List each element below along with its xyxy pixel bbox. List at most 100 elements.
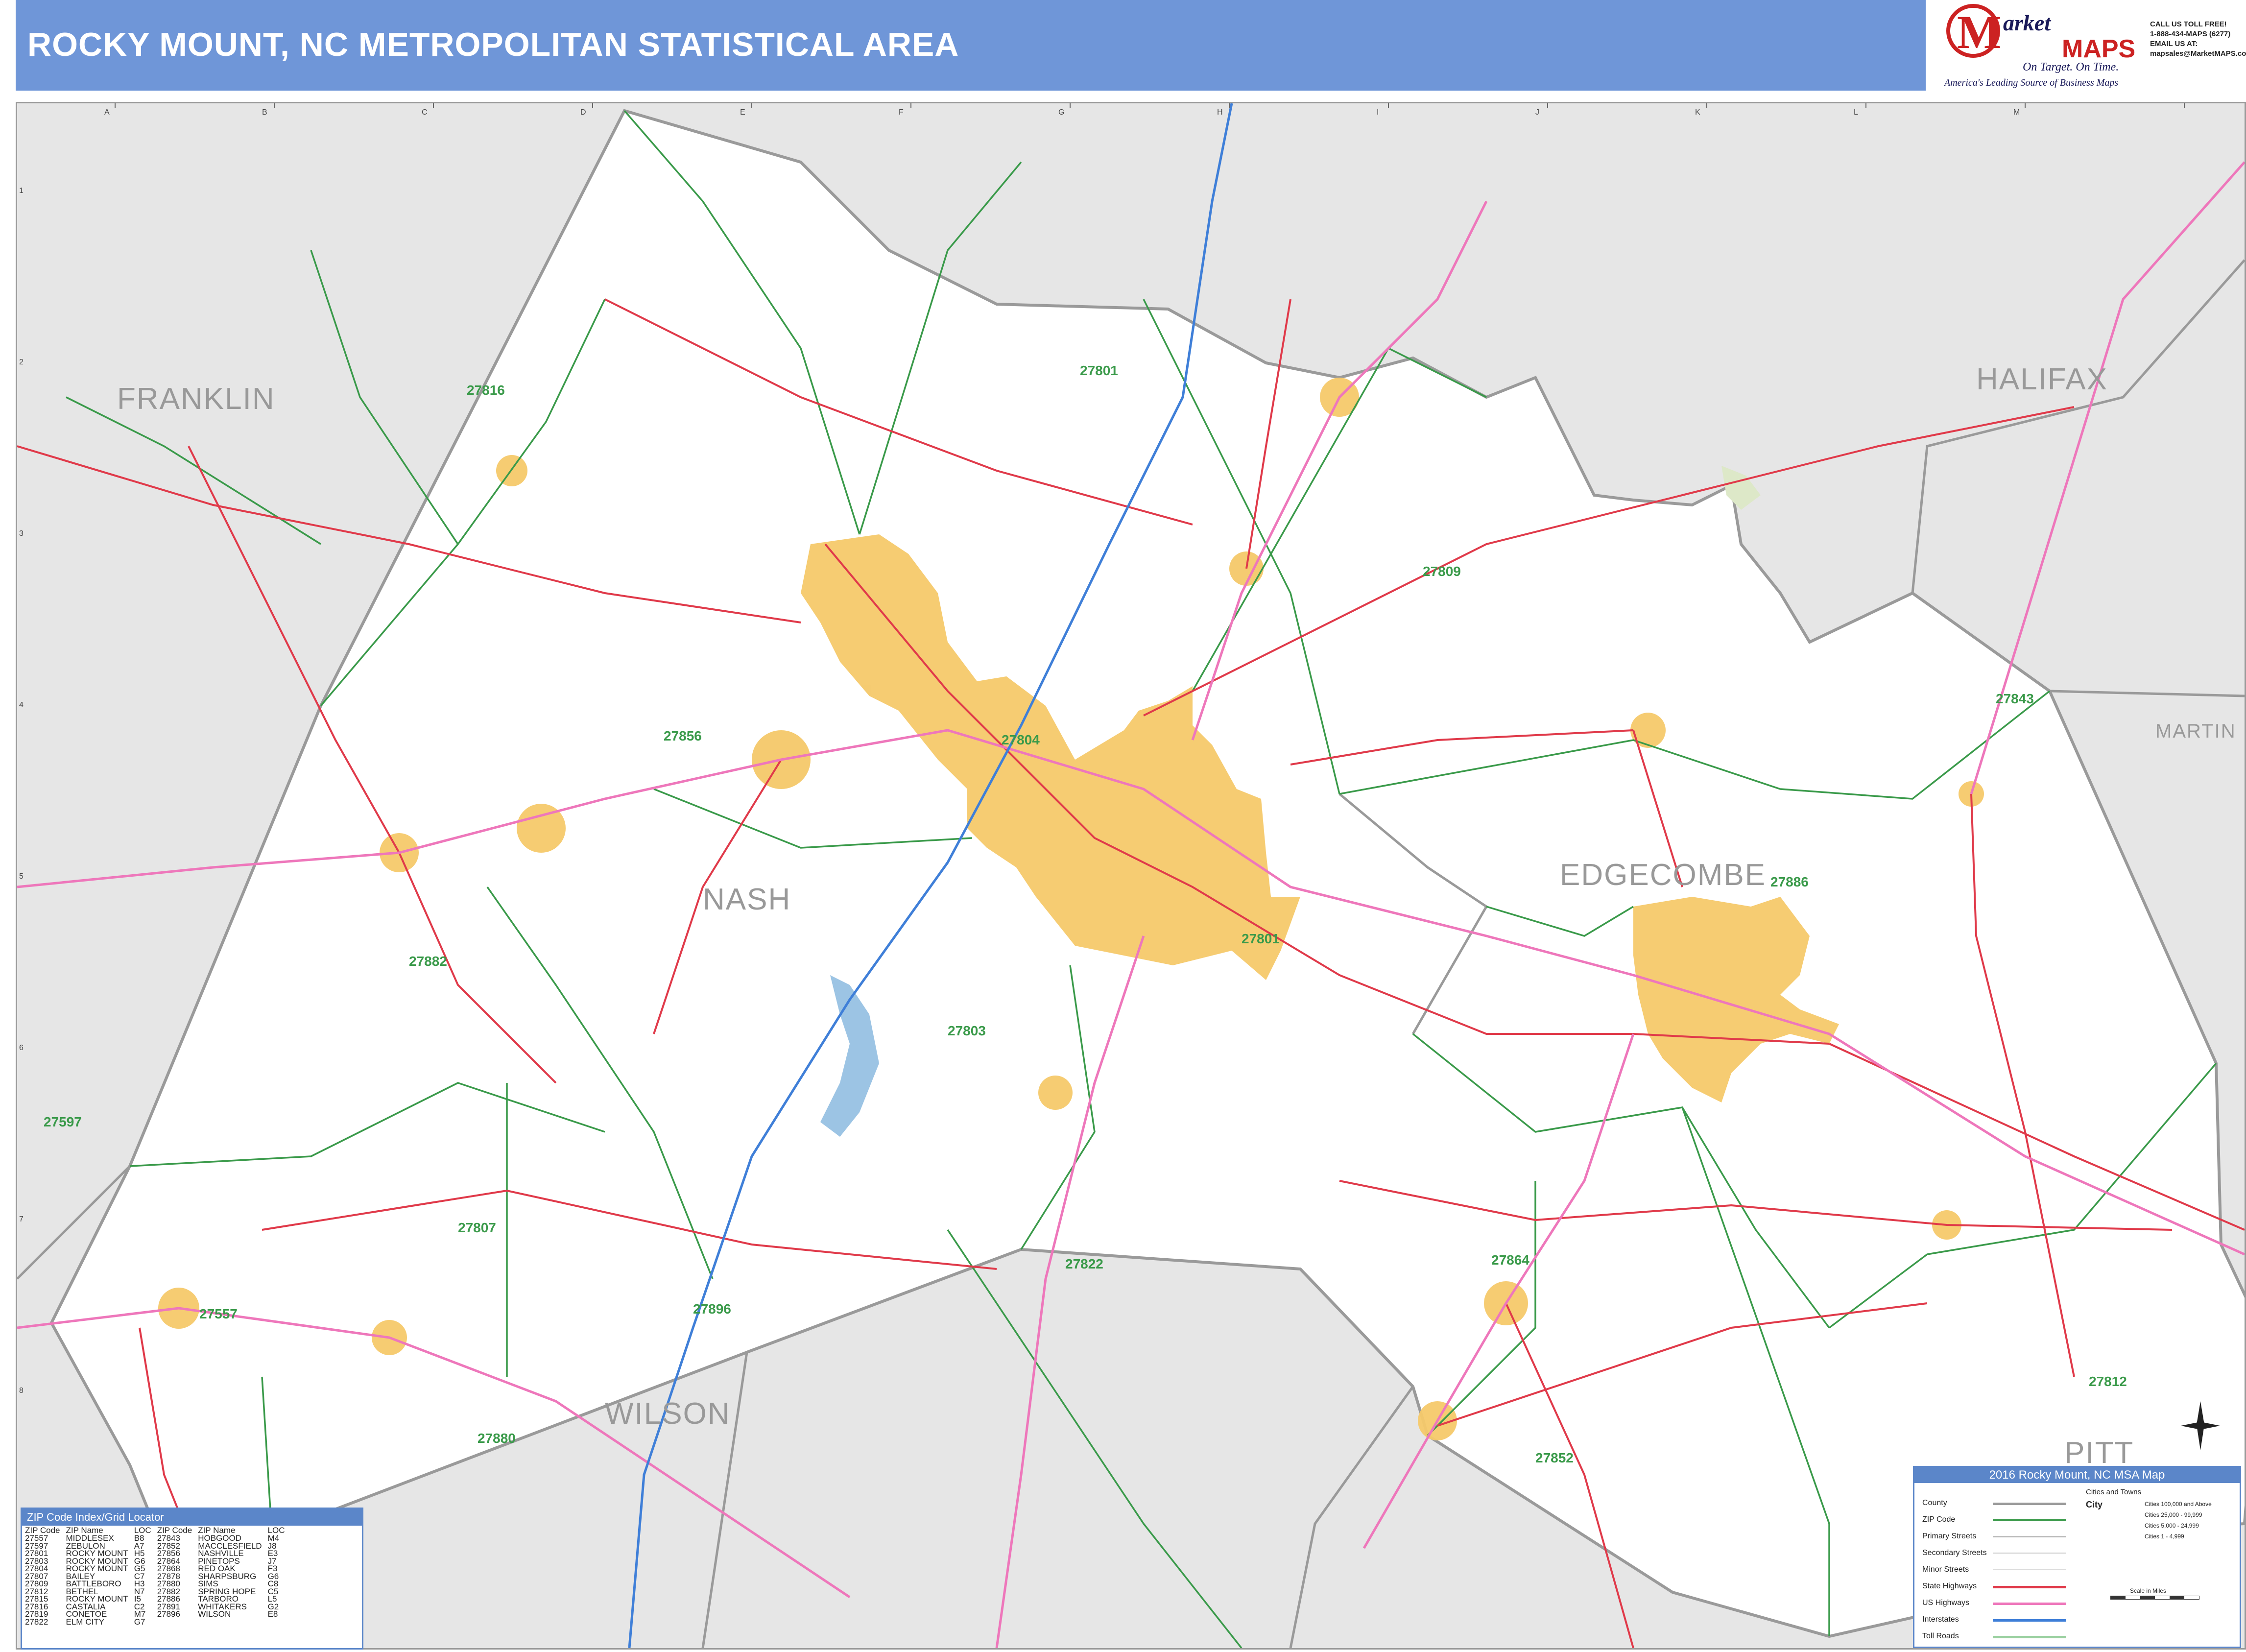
legend-swatch-zip: [1993, 1519, 2066, 1521]
zip-label: 27801: [1242, 931, 1280, 946]
county-edgecombe: EDGECOMBE: [1560, 858, 1767, 892]
grid-col-m: M: [2013, 108, 2020, 117]
zip-index-row: 27815 ROCKY MOUNT I5 27886 TARBORO L5: [22, 1595, 288, 1603]
legend-swatch-us-hwy: [1993, 1603, 2066, 1605]
grid-ticks: [115, 103, 2185, 108]
contact-line: EMAIL US AT:: [2150, 40, 2198, 48]
grid-col-d: D: [580, 108, 586, 117]
zip-index-cell: ELM CITY: [66, 1617, 104, 1627]
zip-code-index: ZIP Code Index/Grid Locator ZIP Code ZIP…: [21, 1508, 363, 1650]
legend-item-county: County: [1922, 1499, 1947, 1507]
legend-city-label: City: [2086, 1500, 2103, 1509]
zip-index-row: 27816 CASTALIA C2 27891 WHITAKERS G2: [22, 1603, 288, 1610]
legend-swatch-minor: [1993, 1569, 2066, 1570]
map-title: ROCKY MOUNT, NC METROPOLITAN STATISTICAL…: [27, 26, 959, 63]
zip-label: 27801: [1080, 363, 1118, 378]
grid-row-7: 7: [19, 1215, 24, 1223]
grid-col-b: B: [262, 108, 267, 117]
grid-col-j: J: [1535, 108, 1539, 117]
zip-label: 27804: [1002, 732, 1040, 747]
grid-row-5: 5: [19, 872, 24, 881]
zip-index-cell: E8: [267, 1609, 278, 1619]
zip-index-row: 27803 ROCKY MOUNT G6 27864 PINETOPS J7: [22, 1557, 288, 1565]
grid-col-k: K: [1695, 108, 1700, 117]
zip-label: 27856: [664, 728, 702, 743]
legend-item-us-hwy: US Highways: [1922, 1599, 1970, 1607]
map-legend: 2016 Rocky Mount, NC MSA Map Cities and …: [1913, 1466, 2241, 1648]
zip-index-row: 27819 CONETOE M7 27896 WILSON E8: [22, 1610, 288, 1618]
zip-index-cell: G7: [134, 1617, 145, 1627]
zip-index-cell: WILSON: [198, 1609, 231, 1619]
zip-label: 27812: [2089, 1374, 2127, 1389]
grid-col-f: F: [899, 108, 904, 117]
zip-label: 27882: [409, 954, 447, 969]
zip-label: 27852: [1535, 1450, 1574, 1465]
zip-label: 27822: [1065, 1256, 1103, 1271]
market-maps-logo: M arket MAPS On Target. On Time. America…: [1930, 0, 2145, 91]
grid-col-a: A: [104, 108, 110, 117]
legend-city-size: Cities 1 - 4,999: [2145, 1533, 2184, 1540]
legend-item-zip: ZIP Code: [1922, 1515, 1956, 1524]
legend-cities-title: Cities and Towns: [2086, 1488, 2142, 1496]
logo-m-mark: M: [1946, 4, 2002, 58]
logo-name-part1: arket: [2003, 10, 2051, 35]
zip-label: 27843: [1996, 691, 2034, 706]
grid-col-i: I: [1377, 108, 1379, 117]
legend-item-interstate: Interstates: [1922, 1615, 1959, 1624]
zip-label: 27886: [1770, 874, 1809, 889]
zip-index-title: ZIP Code Index/Grid Locator: [22, 1509, 362, 1526]
map-area[interactable]: A B C D E F G H I J K L M 1 2 3 4 5 6 7 …: [16, 102, 2246, 1650]
county-franklin: FRANKLIN: [117, 382, 275, 416]
zip-index-row: 27597 ZEBULON A7 27852 MACCLESFIELD J8: [22, 1542, 288, 1550]
legend-city-size: Cities 5,000 - 24,999: [2145, 1522, 2199, 1529]
zip-index-cell: [154, 1618, 195, 1626]
zip-label: 27880: [478, 1431, 516, 1446]
grid-col-c: C: [422, 108, 428, 117]
zip-index-cell: [265, 1618, 288, 1626]
grid-row-3: 3: [19, 529, 24, 538]
county-wilson: WILSON: [605, 1397, 731, 1431]
contact-info: CALL US TOLL FREE! 1-888-434-MAPS (6277)…: [2150, 20, 2246, 88]
zip-index-cell: 27896: [157, 1609, 180, 1619]
zip-label: 27807: [458, 1220, 496, 1235]
contact-phone: 1-888-434-MAPS (6277): [2150, 30, 2231, 38]
legend-city-size: Cities 100,000 and Above: [2145, 1501, 2212, 1508]
zip-index-row: 27807 BAILEY C7 27878 SHARPSBURG G6: [22, 1572, 288, 1580]
zip-label: 27597: [44, 1114, 82, 1129]
grid-col-e: E: [740, 108, 745, 117]
legend-swatch-secondary: [1993, 1553, 2066, 1554]
legend-swatch-state-hwy: [1993, 1586, 2066, 1588]
zip-index-row: 27801 ROCKY MOUNT H5 27856 NASHVILLE E3: [22, 1549, 288, 1557]
grid-row-6: 6: [19, 1044, 24, 1052]
legend-swatch-primary: [1993, 1536, 2066, 1537]
legend-swatch-toll: [1993, 1636, 2066, 1638]
legend-item-minor: Minor Streets: [1922, 1565, 1969, 1574]
county-nash: NASH: [703, 883, 791, 916]
zip-label: 27864: [1491, 1252, 1529, 1268]
grid-row-2: 2: [19, 358, 24, 366]
grid-col-g: G: [1058, 108, 1065, 117]
logo-subtitle: America's Leading Source of Business Map…: [1944, 77, 2119, 88]
scale-bar: [2110, 1596, 2199, 1600]
zip-index-cell: [195, 1618, 264, 1626]
title-bar: ROCKY MOUNT, NC METROPOLITAN STATISTICAL…: [16, 0, 1926, 91]
zip-index-table: ZIP Code ZIP Name LOC ZIP Code ZIP Name …: [22, 1526, 288, 1627]
sharpsburg-urban: [1038, 1076, 1073, 1110]
grid-row-1: 1: [19, 187, 24, 195]
zip-index-cell: 27822: [25, 1617, 48, 1627]
legend-scale-label: Scale in Miles: [2130, 1587, 2167, 1594]
legend-swatch-county: [1993, 1503, 2066, 1505]
map-canvas: [17, 103, 2245, 1648]
zip-label: 27557: [199, 1306, 238, 1321]
legend-item-state-hwy: State Highways: [1922, 1582, 1977, 1590]
leggett-urban: [1630, 713, 1666, 748]
zip-index-row: 27812 BETHEL N7 27882 SPRING HOPE C5: [22, 1587, 288, 1595]
zip-label: 27896: [693, 1301, 731, 1317]
legend-item-secondary: Secondary Streets: [1922, 1549, 1987, 1557]
grid-row-8: 8: [19, 1387, 24, 1395]
legend-swatch-interstate: [1993, 1619, 2066, 1622]
contact-email[interactable]: mapsales@MarketMAPS.com: [2150, 49, 2246, 59]
zip-label: 27809: [1423, 564, 1461, 579]
logo-tagline: On Target. On Time.: [2023, 61, 2119, 73]
zip-label: 27816: [467, 383, 505, 398]
